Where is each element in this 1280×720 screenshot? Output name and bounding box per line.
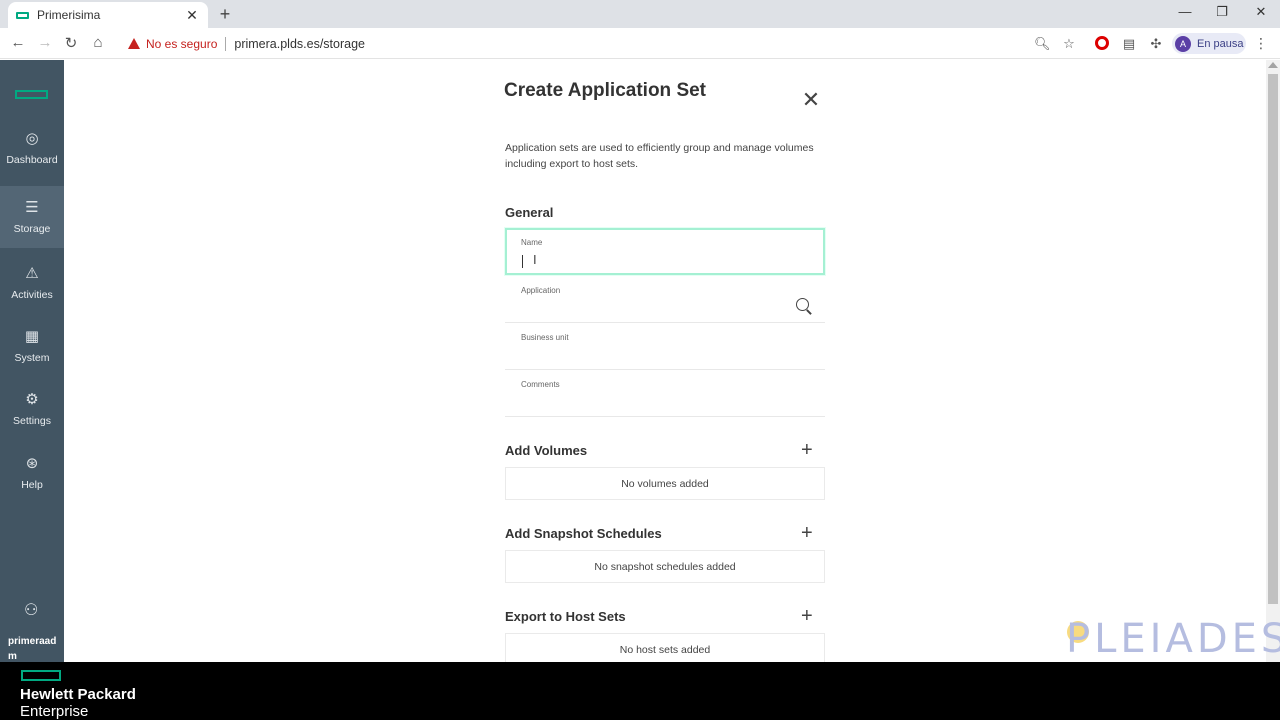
dashboard-icon: ◎ <box>25 130 39 147</box>
new-tab-button[interactable]: + <box>216 4 234 25</box>
add-snapshot-schedules-heading: Add Snapshot Schedules <box>505 526 662 541</box>
field-divider <box>505 416 825 417</box>
system-icon: ▦ <box>24 328 40 345</box>
reader-extension-icon[interactable]: ▤ <box>1121 36 1137 52</box>
window-minimize-button[interactable]: — <box>1175 4 1195 19</box>
sidebar-item-label: Help <box>21 479 43 491</box>
help-icon: ⊛ <box>25 455 39 472</box>
settings-gear-icon: ⚙ <box>25 391 39 408</box>
extensions-puzzle-icon[interactable]: ✣ <box>1148 36 1164 52</box>
sidebar-item-label: System <box>14 352 50 364</box>
activities-icon: ⚠ <box>25 265 39 282</box>
footer-banner: Hewlett Packard Enterprise <box>0 662 1280 720</box>
text-cursor <box>522 255 523 268</box>
hpe-logo-icon <box>21 670 61 681</box>
sidebar-item-settings[interactable]: ⚙ Settings <box>0 378 64 440</box>
forward-button[interactable]: → <box>36 34 54 51</box>
sidebar-item-label: Activities <box>11 289 53 301</box>
opera-extension-icon[interactable] <box>1095 36 1109 50</box>
browser-tabstrip: Primerisima ✕ + — ❐ ✕ <box>0 0 1280 28</box>
add-host-set-plus-icon[interactable]: + <box>801 606 813 626</box>
scroll-up-arrow-icon[interactable] <box>1268 62 1278 68</box>
sidebar-item-storage[interactable]: ☰ Storage <box>0 186 64 248</box>
user-icon[interactable]: ⚇ <box>24 600 38 620</box>
add-volumes-plus-icon[interactable]: + <box>801 440 813 460</box>
general-heading: General <box>505 205 554 220</box>
home-button[interactable]: ⌂ <box>89 34 107 51</box>
close-icon[interactable]: ✕ <box>800 89 822 111</box>
window-restore-button[interactable]: ❐ <box>1212 4 1232 20</box>
snapshots-empty-state: No snapshot schedules added <box>505 550 825 583</box>
reload-button[interactable]: ↻ <box>62 34 80 52</box>
back-button[interactable]: ← <box>9 34 27 51</box>
volumes-empty-state: No volumes added <box>505 467 825 500</box>
sidebar-item-help[interactable]: ⊛ Help <box>0 442 64 504</box>
add-snapshot-plus-icon[interactable]: + <box>801 523 813 543</box>
hpe-favicon-icon <box>16 11 29 19</box>
tab-title: Primerisima <box>37 8 101 22</box>
browser-menu-icon[interactable]: ⋮ <box>1254 35 1268 52</box>
footer-brand-line1: Hewlett Packard <box>20 686 136 703</box>
sidebar-item-system[interactable]: ▦ System <box>0 315 64 377</box>
sidebar-item-activities[interactable]: ⚠ Activities <box>0 252 64 314</box>
name-field[interactable]: Name I <box>505 228 825 275</box>
sidebar-item-label: Dashboard <box>6 154 58 166</box>
browser-tab[interactable]: Primerisima ✕ <box>8 2 208 28</box>
security-status[interactable]: No es seguro <box>146 37 217 51</box>
user-name[interactable]: primeraadm <box>8 634 60 664</box>
sidebar-item-label: Settings <box>13 415 51 427</box>
footer-brand-line2: Enterprise <box>20 703 89 720</box>
pleiades-watermark: PLEIADES <box>1066 616 1280 662</box>
ibeam-cursor-icon: I <box>533 252 537 267</box>
search-icon[interactable] <box>796 298 809 311</box>
zoom-icon[interactable]: 🔍︎ <box>1034 36 1051 52</box>
window-close-button[interactable]: ✕ <box>1251 4 1271 20</box>
sidebar-item-label: Storage <box>13 223 51 235</box>
tab-close-icon[interactable]: ✕ <box>184 7 200 24</box>
profile-button[interactable]: A En pausa <box>1172 33 1246 54</box>
address-separator <box>225 36 227 51</box>
scrollbar-thumb[interactable] <box>1268 74 1278 604</box>
comments-field[interactable]: Comments <box>505 370 825 417</box>
address-bar[interactable]: No es seguro primera.plds.es/storage <box>120 31 1170 56</box>
profile-status: En pausa <box>1197 37 1244 50</box>
export-host-sets-heading: Export to Host Sets <box>505 609 626 624</box>
url-text[interactable]: primera.plds.es/storage <box>234 37 365 51</box>
dialog-description: Application sets are used to efficiently… <box>505 142 814 170</box>
bookmark-star-icon[interactable]: ☆ <box>1061 36 1077 52</box>
avatar: A <box>1175 35 1191 52</box>
hpe-logo-icon[interactable] <box>15 90 48 99</box>
application-field[interactable]: Application <box>505 276 825 323</box>
storage-icon: ☰ <box>25 199 39 216</box>
comments-label: Comments <box>521 380 560 389</box>
add-volumes-heading: Add Volumes <box>505 443 588 458</box>
name-label: Name <box>521 238 543 247</box>
business-unit-label: Business unit <box>521 333 569 342</box>
warning-icon <box>128 38 140 49</box>
sidebar-item-dashboard[interactable]: ◎ Dashboard <box>0 117 64 179</box>
dialog-title: Create Application Set <box>504 80 707 101</box>
browser-toolbar: ← → ↻ ⌂ No es seguro primera.plds.es/sto… <box>0 28 1280 59</box>
business-unit-field[interactable]: Business unit <box>505 323 825 370</box>
app-sidebar: ◎ Dashboard ☰ Storage ⚠ Activities ▦ Sys… <box>0 60 64 662</box>
application-label: Application <box>521 286 561 295</box>
